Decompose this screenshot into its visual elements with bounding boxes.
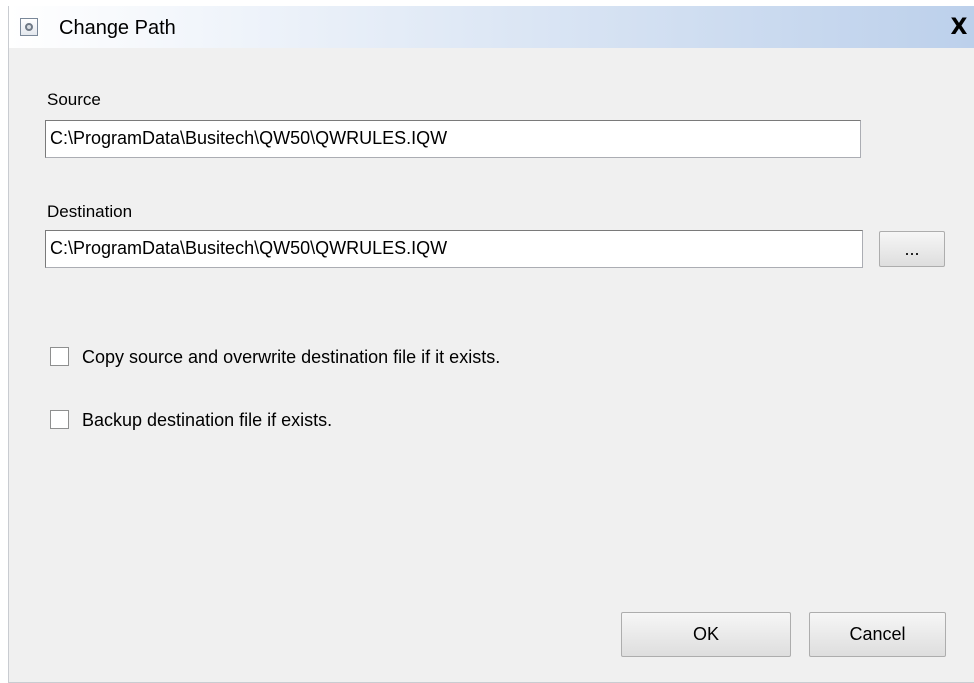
copy-overwrite-label[interactable]: Copy source and overwrite destination fi… (82, 345, 500, 369)
backup-checkbox[interactable] (50, 410, 69, 429)
title-bar[interactable]: Change Path X (9, 6, 974, 48)
close-icon[interactable]: X (947, 16, 971, 40)
destination-path-field[interactable]: C:\ProgramData\Busitech\QW50\QWRULES.IQW (45, 230, 863, 268)
source-path-field[interactable]: C:\ProgramData\Busitech\QW50\QWRULES.IQW (45, 120, 861, 158)
browse-button[interactable]: ... (879, 231, 945, 267)
backup-label[interactable]: Backup destination file if exists. (82, 408, 332, 432)
cancel-button[interactable]: Cancel (809, 612, 946, 657)
source-label: Source (47, 90, 101, 109)
dialog-title: Change Path (59, 17, 176, 39)
gear-icon[interactable] (20, 18, 38, 36)
gear-icon-shape (25, 23, 33, 31)
ok-button[interactable]: OK (621, 612, 791, 657)
change-path-dialog: Change Path X Source C:\ProgramData\Busi… (8, 6, 974, 683)
copy-overwrite-checkbox[interactable] (50, 347, 69, 366)
destination-label: Destination (47, 202, 133, 221)
